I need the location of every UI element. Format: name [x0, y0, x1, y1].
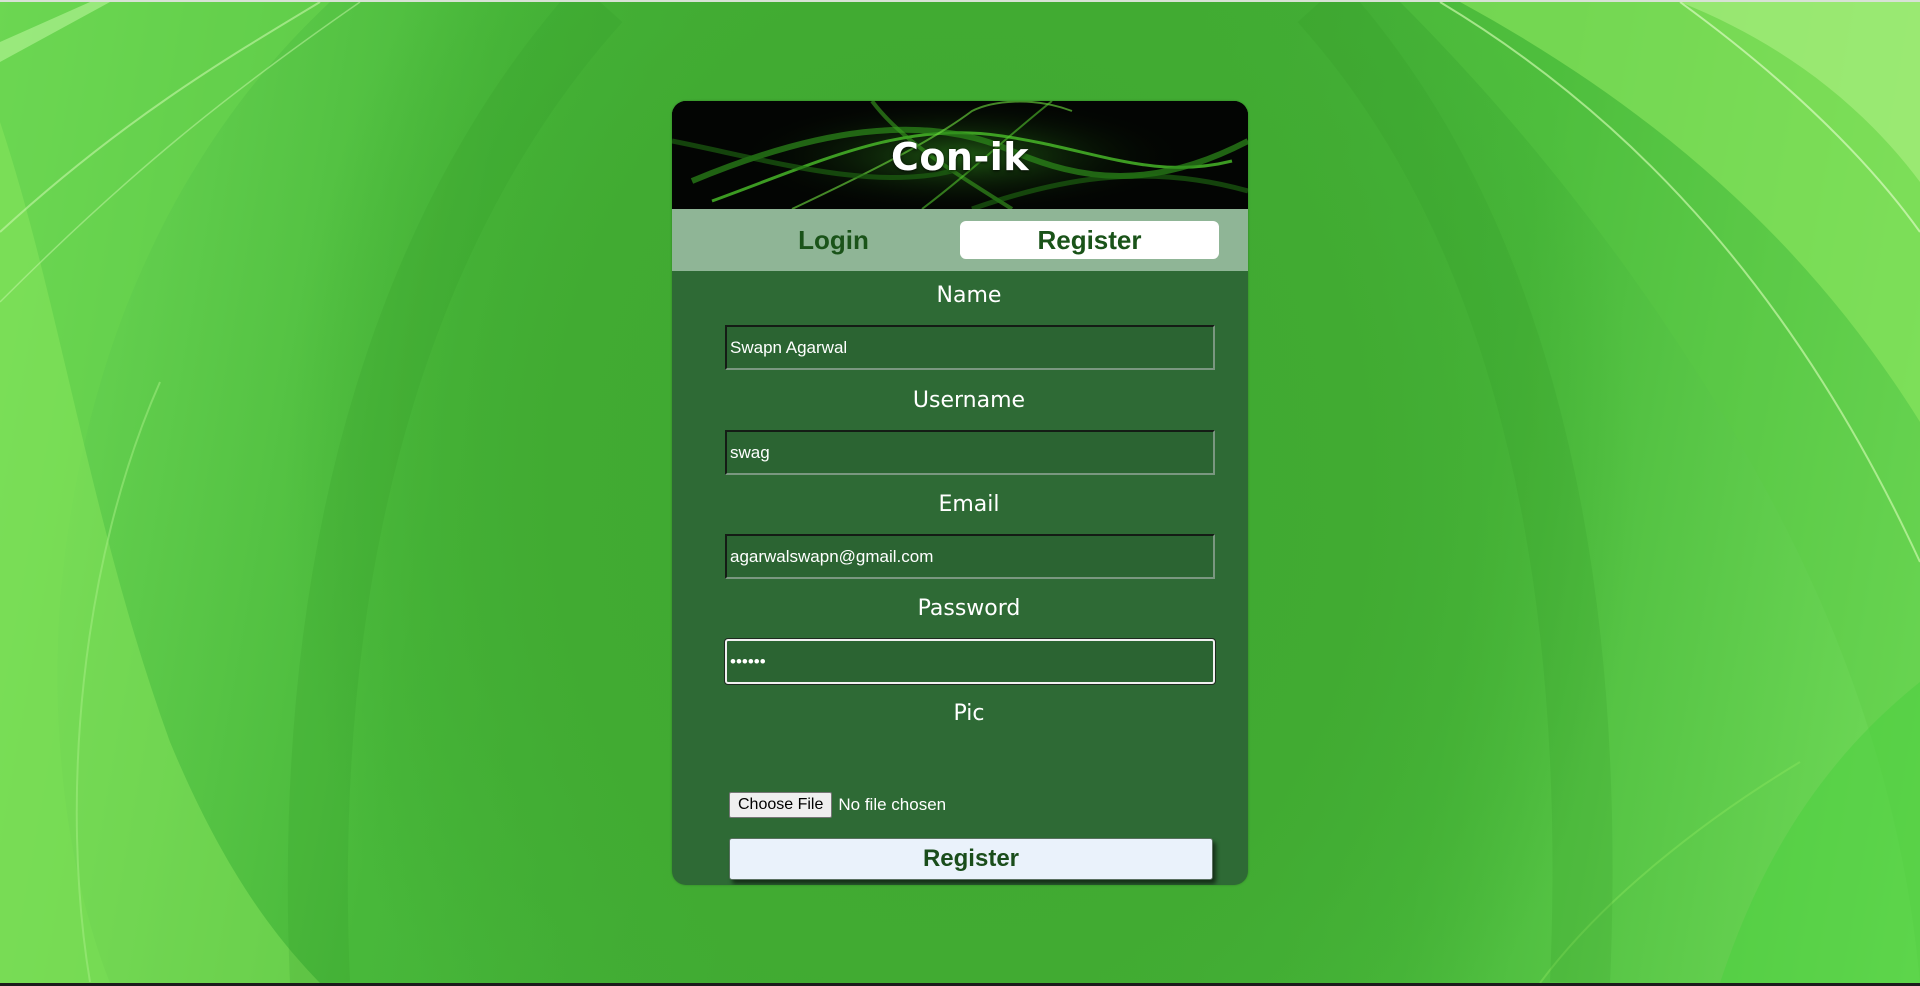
email-label: Email — [938, 492, 1000, 517]
password-field[interactable] — [725, 639, 1215, 684]
register-button[interactable]: Register — [729, 838, 1213, 880]
file-status-text: No file chosen — [838, 795, 947, 814]
tab-register[interactable]: Register — [960, 221, 1219, 259]
register-card: Con-ik Login Register Name Username Emai… — [672, 101, 1248, 885]
header-banner: Con-ik — [672, 101, 1248, 209]
username-label: Username — [912, 388, 1026, 413]
auth-tabs: Login Register — [672, 209, 1248, 271]
username-field[interactable] — [725, 430, 1215, 475]
email-field[interactable] — [725, 534, 1215, 579]
name-label: Name — [936, 283, 1002, 308]
pic-file-input: Choose File No file chosen — [729, 791, 946, 819]
password-label: Password — [917, 596, 1021, 621]
app-title: Con-ik — [890, 135, 1030, 179]
choose-file-button[interactable]: Choose File — [729, 792, 833, 818]
name-field[interactable] — [725, 325, 1215, 370]
pic-label: Pic — [953, 701, 985, 726]
tab-login[interactable]: Login — [704, 221, 963, 259]
